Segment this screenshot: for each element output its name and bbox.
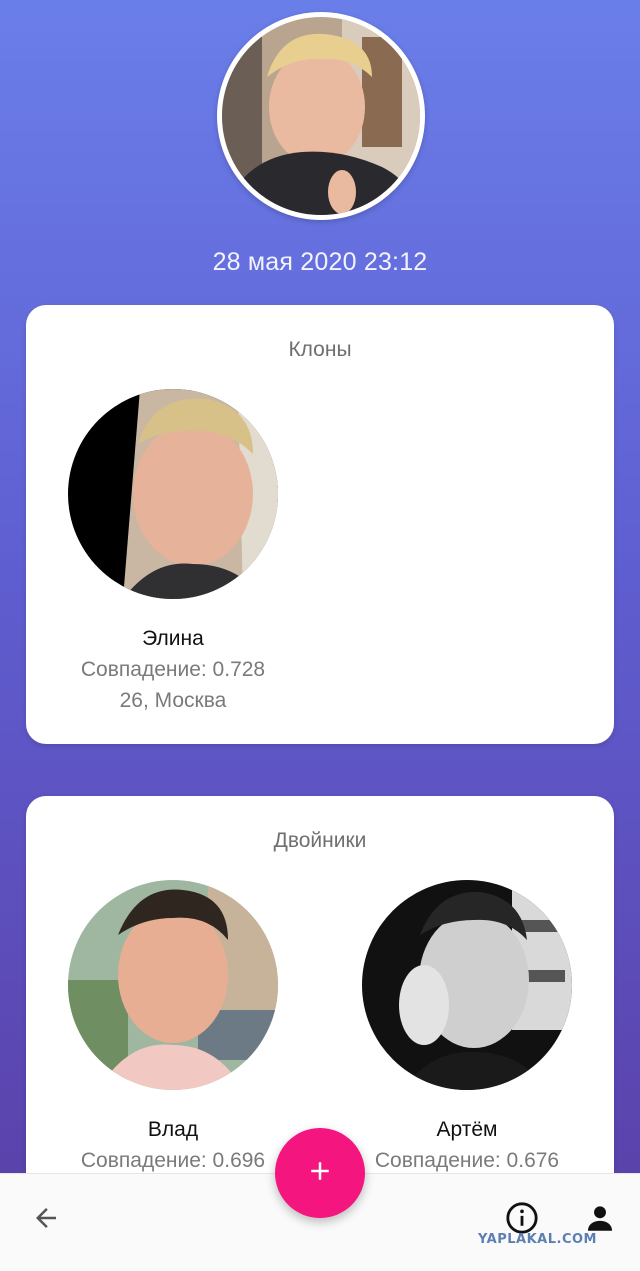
double-name: Влад [147,1118,199,1141]
arrow-left-icon [31,1203,61,1238]
clone-meta: 26, Москва [119,689,227,712]
clones-title: Клоны [288,338,352,361]
clone-name: Элина [142,627,204,650]
back-button[interactable] [22,1196,70,1244]
watermark-text: YAPLAKAL.COM [478,1232,597,1247]
double-photo [362,880,572,1090]
profile-avatar[interactable] [217,12,425,220]
date-time-label: 28 мая 2020 23:12 [212,248,428,276]
profile-photo [222,17,420,215]
double-score: Совпадение: 0.696 [80,1149,266,1172]
doubles-title: Двойники [273,829,367,852]
clone-score: Совпадение: 0.728 [80,658,266,681]
double-photo [68,880,278,1090]
clone-photo [68,389,278,599]
double-match-item[interactable]: Артём Совпадение: 0.676 [347,880,587,1173]
double-score: Совпадение: 0.676 [374,1149,560,1172]
double-match-item[interactable]: Влад Совпадение: 0.696 [53,880,293,1173]
double-name: Артём [436,1118,498,1141]
clone-match-item[interactable]: Элина Совпадение: 0.728 26, Москва [53,389,293,713]
add-button[interactable] [275,1128,365,1218]
clones-card: Клоны Элина Совпадение: 0.728 26, Москва [26,305,614,744]
plus-icon [305,1156,335,1191]
